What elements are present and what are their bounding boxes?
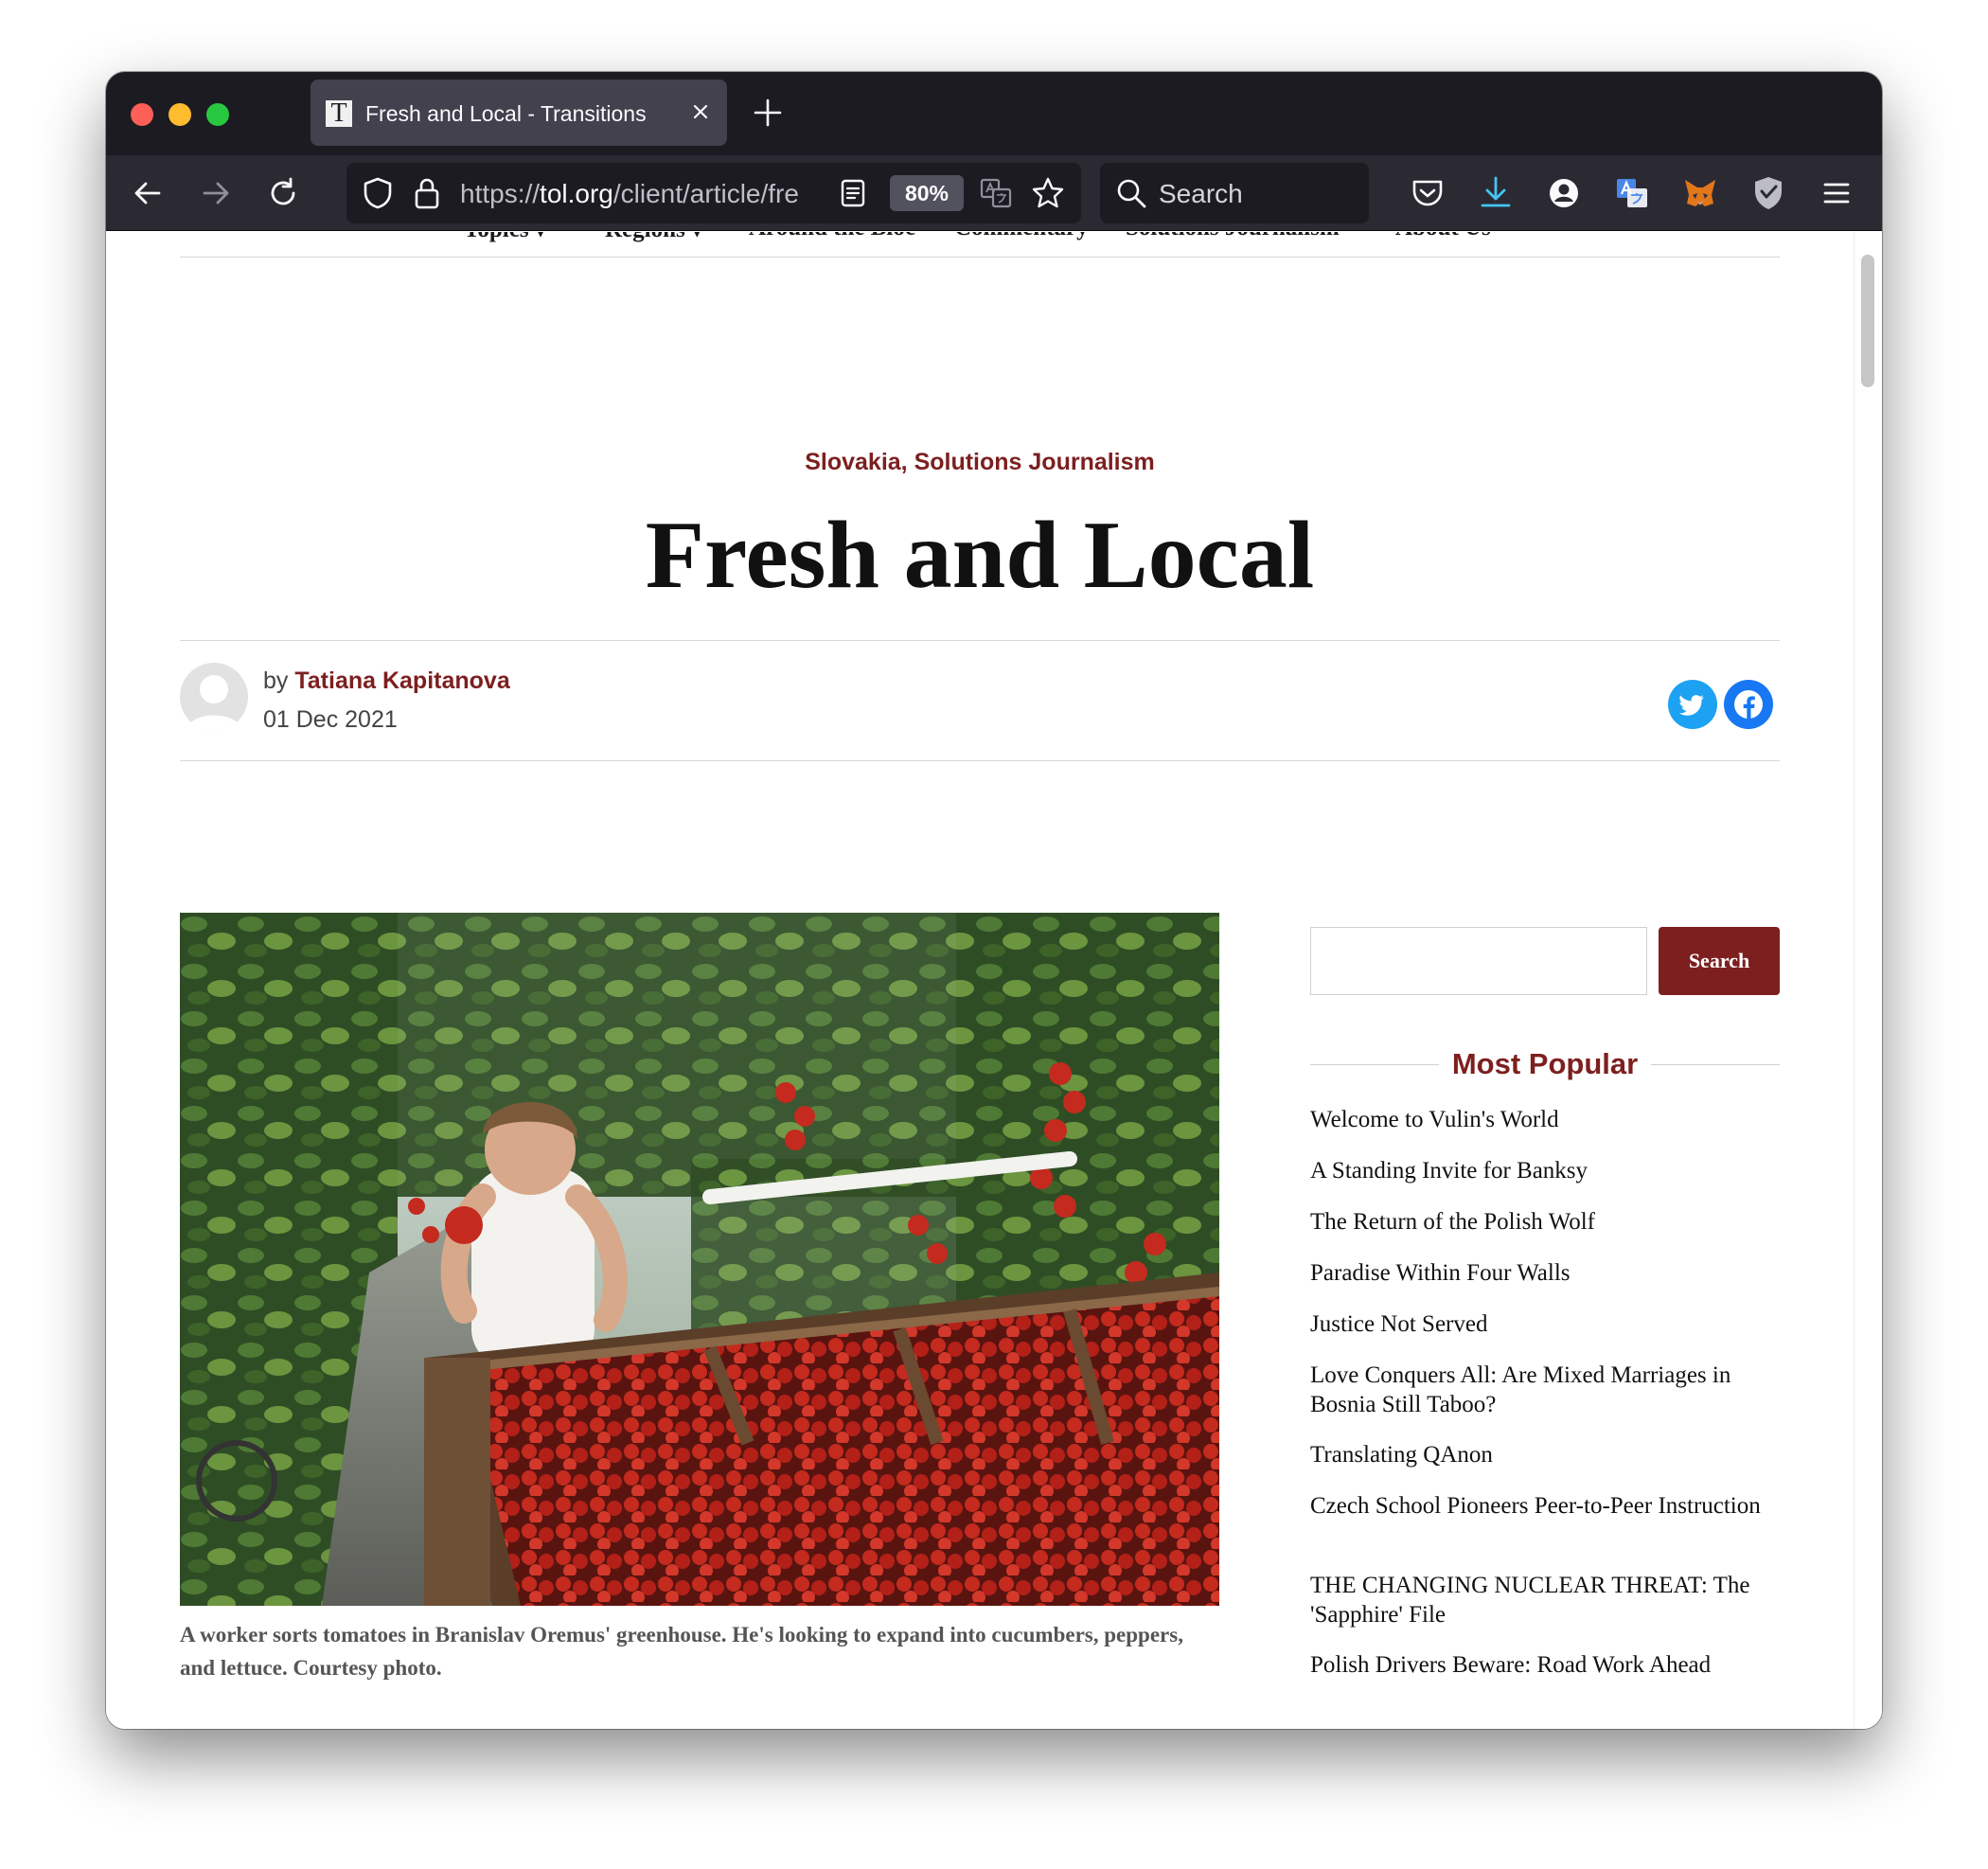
twitter-icon [1678,695,1704,716]
nav-item-solutions-journalism[interactable]: Solutions Journalism [1126,232,1340,241]
share-facebook-button[interactable] [1724,680,1773,729]
translate-icon[interactable] [979,176,1013,210]
account-icon[interactable] [1543,172,1585,214]
tab-title: Fresh and Local - Transitions [365,101,647,126]
popular-article-link[interactable]: Polish Drivers Beware: Road Work Ahead [1310,1650,1780,1680]
article-hero-image [180,913,1219,1606]
nav-item-around-the-bloc[interactable]: Around the Bloc [749,232,915,241]
reader-view-icon[interactable] [839,178,867,208]
tab-favicon: T [326,100,352,127]
url-bar[interactable]: https://tol.org/client/article/fre 80% [346,163,1081,223]
sidebar-search-button[interactable]: Search [1659,927,1780,995]
popular-article-link[interactable]: A Standing Invite for Banksy [1310,1156,1780,1185]
menu-icon[interactable] [1816,172,1857,214]
nav-item-topics[interactable]: Topics ▾ [464,232,546,243]
browser-window: T Fresh and Local - Transitions https://… [106,72,1882,1729]
scrollbar-thumb[interactable] [1861,255,1874,387]
sidebar-search-input[interactable] [1310,927,1647,995]
share-twitter-button[interactable] [1668,680,1717,729]
divider [180,760,1780,761]
popular-article-link[interactable]: The Return of the Polish Wolf [1310,1207,1780,1237]
image-caption: A worker sorts tomatoes in Branislav Ore… [180,1623,1183,1680]
new-tab-icon[interactable] [752,97,784,129]
zoom-level-badge[interactable]: 80% [890,175,964,211]
metamask-fox-icon[interactable] [1679,172,1721,214]
popular-article-link[interactable]: Welcome to Vulin's World [1310,1105,1780,1134]
search-icon [1117,179,1146,208]
pocket-icon[interactable] [1407,172,1448,214]
back-icon[interactable] [129,174,167,212]
reload-icon[interactable] [265,174,303,212]
bookmark-star-icon[interactable] [1030,175,1066,211]
popular-article-link[interactable]: Love Conquers All: Are Mixed Marriages i… [1310,1361,1780,1419]
zoom-window-button[interactable] [206,103,229,126]
byline: by Tatiana Kapitanova [263,668,510,695]
publish-date: 01 Dec 2021 [263,706,398,733]
tab-strip: T Fresh and Local - Transitions [106,72,1882,155]
nav-item-regions[interactable]: Regions ▾ [605,232,703,243]
nav-item-about-us[interactable]: About Us [1395,232,1491,241]
divider [180,640,1780,641]
greenhouse-photo [180,913,1219,1606]
privacy-badger-icon[interactable] [1748,172,1789,214]
article-categories[interactable]: Slovakia, Solutions Journalism [106,449,1854,476]
popular-article-link[interactable]: THE CHANGING NUCLEAR THREAT: The 'Sapphi… [1310,1571,1780,1629]
author-link[interactable]: Tatiana Kapitanova [294,668,509,694]
most-popular-header: Most Popular [1310,1045,1780,1083]
facebook-icon [1734,690,1763,720]
nav-item-commentary[interactable]: Commentary [954,232,1089,241]
close-icon[interactable] [685,97,716,127]
avatar-placeholder-icon [186,675,242,731]
forward-icon[interactable] [197,174,235,212]
byline-prefix: by [263,668,289,694]
close-window-button[interactable] [131,103,153,126]
popular-article-link[interactable]: Translating QAnon [1310,1440,1780,1469]
popular-article-link[interactable]: Justice Not Served [1310,1309,1780,1339]
author-avatar [180,663,248,731]
page-scrollbar[interactable] [1854,232,1882,1729]
search-placeholder: Search [1159,179,1243,208]
page-viewport: Topics ▾ Regions ▾ Around the Bloc Comme… [106,232,1882,1729]
site-navigation: Topics ▾ Regions ▾ Around the Bloc Comme… [180,232,1780,258]
download-icon[interactable] [1475,172,1517,214]
minimize-window-button[interactable] [169,103,191,126]
shield-icon[interactable] [362,176,394,210]
web-search-bar[interactable]: Search [1100,163,1369,223]
url-text[interactable]: https://tol.org/client/article/fre [460,180,820,208]
browser-tab[interactable]: T Fresh and Local - Transitions [311,80,727,146]
article-title: Fresh and Local [645,502,1315,609]
lock-icon[interactable] [413,176,441,210]
navigation-toolbar: https://tol.org/client/article/fre 80% S [106,155,1882,231]
popular-article-link[interactable]: Czech School Pioneers Peer-to-Peer Instr… [1310,1491,1780,1521]
most-popular-title: Most Popular [1451,1047,1639,1080]
extension-translate-icon[interactable] [1611,172,1653,214]
popular-article-link[interactable]: Paradise Within Four Walls [1310,1258,1780,1288]
